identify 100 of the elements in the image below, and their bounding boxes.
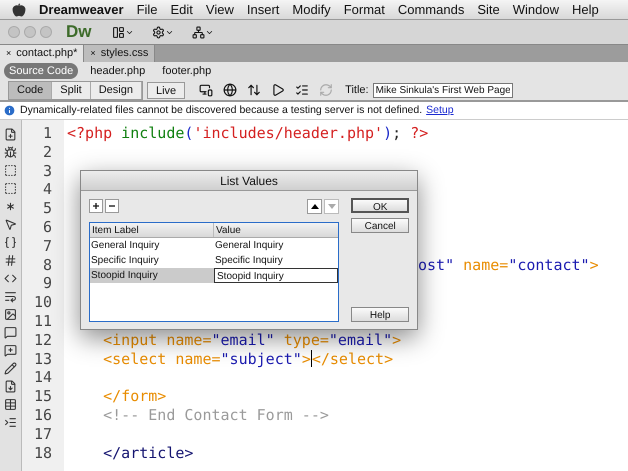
table-row[interactable]: Stoopid Inquiry Stoopid Inquiry (90, 268, 338, 283)
line-number: 7 (42, 236, 52, 256)
file-transfer-icon[interactable] (247, 83, 262, 97)
code-token: <?php (67, 124, 112, 143)
view-button[interactable]: Design (90, 82, 142, 98)
app-menu[interactable]: Dreamweaver (39, 0, 124, 20)
line-number: 11 (34, 312, 52, 331)
code-token: <input name= (102, 330, 212, 350)
dialog-button[interactable]: OK (351, 198, 409, 213)
line-number: 1 (42, 124, 52, 143)
line-number: 2 (42, 142, 52, 162)
code-token: ?> (410, 124, 428, 143)
table-cell-text: General Inquiry (214, 239, 284, 253)
menu-item[interactable]: Insert (246, 0, 280, 20)
related-file[interactable]: header.php (85, 62, 150, 80)
title-label: Title: (345, 82, 369, 98)
code-token: </article> (102, 444, 194, 462)
dashed-square-icon[interactable] (4, 164, 17, 177)
line-number: 9 (42, 274, 52, 294)
line-number: 6 (42, 218, 52, 237)
indent-icon[interactable] (4, 416, 17, 429)
live-button[interactable]: Live (146, 82, 186, 98)
code-token: "subject" (220, 350, 302, 368)
code-token: ) (383, 124, 392, 143)
code-token: 'includes/header.php' (193, 124, 384, 143)
code-token: <select name= (102, 350, 221, 368)
menu-item[interactable]: Help (572, 0, 599, 20)
menu-item[interactable]: Format (344, 0, 385, 20)
code-token: ( (184, 124, 194, 143)
view-button[interactable]: Code (9, 82, 52, 98)
document-tab[interactable]: × contact.php* (0, 45, 84, 62)
column-header[interactable]: Item Label (90, 223, 214, 237)
menu-item[interactable]: Window (512, 0, 559, 20)
menu-item[interactable]: Edit (170, 0, 193, 20)
info-message: Dynamically-related files cannot be discovered because a testing server is not defined. (20, 102, 422, 118)
code-token: include (120, 124, 184, 143)
dialog-button[interactable]: Help (351, 307, 409, 322)
comment-icon[interactable] (4, 326, 17, 339)
code-token: "contact" (508, 256, 590, 274)
multiscreen-icon[interactable] (199, 83, 214, 97)
menu-item[interactable]: File (136, 0, 158, 20)
close-tab-icon[interactable]: × (90, 46, 96, 60)
line-number: 13 (34, 350, 52, 368)
move-up-button[interactable] (307, 198, 322, 214)
code-token: ost" (418, 256, 454, 274)
settings-icon[interactable] (152, 26, 174, 38)
asterisk-icon[interactable] (4, 200, 17, 213)
image-icon[interactable] (4, 308, 17, 321)
code-token: type= (282, 330, 329, 350)
line-number: 5 (42, 199, 52, 218)
hash-icon[interactable] (4, 254, 17, 267)
menu-item[interactable]: Site (477, 0, 500, 20)
column-header[interactable]: Value (214, 223, 338, 237)
site-map-icon[interactable] (192, 26, 214, 38)
code-token: </select> (312, 350, 394, 368)
line-number: 12 (34, 330, 52, 350)
table-cell-text: Stoopid Inquiry (90, 269, 159, 283)
line-number: 18 (34, 444, 52, 462)
setup-link[interactable]: Setup (426, 102, 454, 118)
line-number: 16 (34, 406, 52, 425)
bug-icon[interactable] (4, 146, 17, 159)
add-button[interactable]: + (89, 199, 103, 213)
globe-icon[interactable] (223, 83, 238, 97)
menu-item[interactable]: Modify (292, 0, 331, 20)
apple-icon[interactable] (12, 2, 26, 16)
layout-icon[interactable] (112, 26, 134, 38)
line-number: 15 (34, 387, 52, 406)
document-tab[interactable]: × styles.css (84, 45, 156, 62)
related-file[interactable]: Source Code (4, 62, 78, 80)
comment-plus-icon[interactable] (4, 344, 17, 357)
code-token: > (302, 350, 311, 368)
code-icon[interactable] (4, 272, 17, 285)
braces-icon[interactable] (4, 236, 17, 249)
pointer-icon[interactable] (4, 218, 17, 231)
view-button[interactable]: Split (52, 82, 91, 98)
related-file[interactable]: footer.php (157, 62, 216, 80)
menu-item[interactable]: View (206, 0, 234, 20)
line-number: 4 (42, 180, 52, 200)
line-number: 14 (34, 368, 52, 388)
code-token: > (590, 256, 599, 274)
wrap-text-icon[interactable] (4, 290, 17, 303)
table-row[interactable]: General Inquiry General Inquiry (90, 238, 338, 253)
value-edit-field[interactable]: Stoopid Inquiry (214, 268, 338, 283)
table-icon[interactable] (4, 398, 17, 411)
menu-item[interactable]: Commands (398, 0, 464, 20)
preview-icon[interactable] (271, 83, 286, 97)
dashed-square-icon[interactable] (4, 182, 17, 195)
file-plus-icon[interactable] (4, 128, 17, 141)
pencil-icon[interactable] (4, 362, 17, 375)
code-token: > (392, 330, 402, 350)
checklist-icon[interactable] (295, 83, 310, 97)
table-row[interactable]: Specific Inquiry Specific Inquiry (90, 253, 338, 268)
remove-button[interactable]: − (105, 199, 119, 213)
table-cell-text: Specific Inquiry (90, 254, 160, 268)
file-down-icon[interactable] (4, 380, 17, 393)
dialog-title: List Values (81, 171, 417, 191)
code-token: name= (462, 256, 508, 274)
close-tab-icon[interactable]: × (6, 46, 12, 60)
dialog-button[interactable]: Cancel (351, 218, 409, 233)
code-token: "email" (212, 330, 275, 350)
